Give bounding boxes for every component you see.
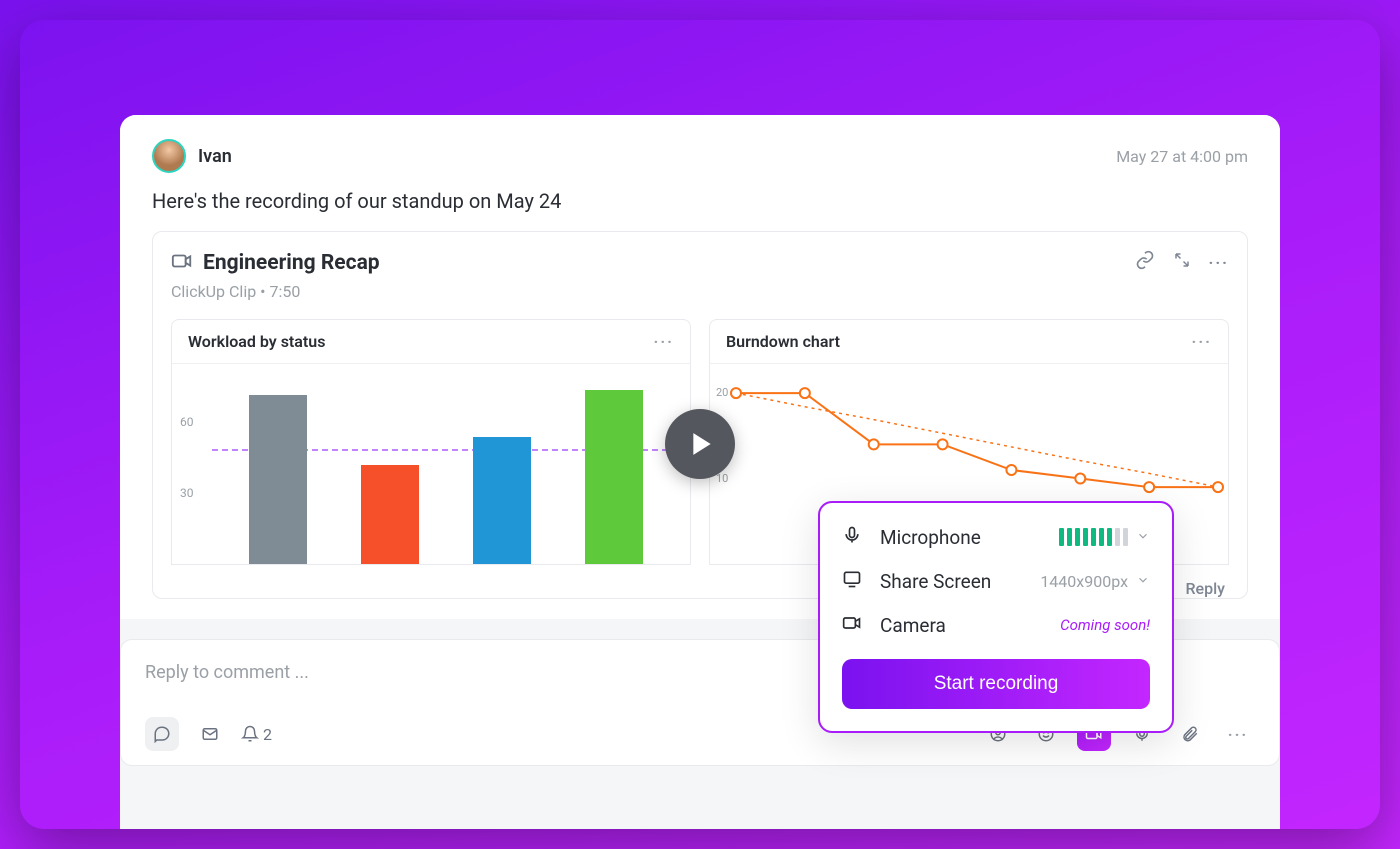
start-recording-button[interactable]: Start recording [842, 659, 1150, 709]
workload-chart-panel: Workload by status ··· 3060 [171, 319, 691, 565]
app-window: Ivan May 27 at 4:00 pm Here's the record… [20, 20, 1380, 829]
popover-mic-row[interactable]: Microphone [842, 525, 1150, 549]
clip-subtitle: ClickUp Clip • 7:50 [171, 282, 380, 301]
chart-more-icon[interactable]: ··· [1192, 332, 1212, 351]
content-canvas: Ivan May 27 at 4:00 pm Here's the record… [120, 115, 1280, 829]
bar-2 [473, 437, 531, 564]
microphone-icon [842, 525, 862, 549]
clip-header: Engineering Recap ClickUp Clip • 7:50 ··… [171, 250, 1229, 301]
screen-label: Share Screen [880, 570, 991, 593]
author-name: Ivan [198, 146, 232, 167]
camera-icon [842, 613, 862, 637]
author-block: Ivan [152, 139, 232, 173]
comment-header: Ivan May 27 at 4:00 pm [152, 139, 1248, 173]
chat-icon[interactable] [145, 717, 179, 751]
bar-1 [361, 465, 419, 564]
clip-title: Engineering Recap [203, 251, 380, 275]
recording-popover: Microphone Share Screen [818, 501, 1174, 733]
screen-icon [842, 569, 862, 593]
bar-0 [249, 395, 307, 564]
bell-count-value: 2 [263, 725, 272, 744]
workload-chart-body: 3060 [172, 364, 690, 564]
link-icon[interactable] [1135, 250, 1155, 274]
mail-icon[interactable] [193, 717, 227, 751]
chart-more-icon[interactable]: ··· [654, 332, 674, 351]
screen-resolution: 1440x900px [1040, 572, 1128, 591]
toolbar-more-icon[interactable]: ··· [1221, 717, 1255, 751]
notification-count[interactable]: 2 [241, 725, 272, 744]
comment-timestamp: May 27 at 4:00 pm [1116, 147, 1248, 166]
chevron-down-icon[interactable] [1136, 528, 1150, 547]
play-button[interactable] [665, 409, 735, 479]
bar-3 [585, 390, 643, 564]
avatar[interactable] [152, 139, 186, 173]
attachment-icon[interactable] [1173, 717, 1207, 751]
video-icon [171, 250, 193, 276]
camera-note: Coming soon! [1060, 616, 1150, 634]
camera-label: Camera [880, 614, 946, 637]
workload-chart-title: Workload by status [188, 332, 325, 351]
expand-icon[interactable] [1173, 251, 1191, 273]
more-icon[interactable]: ··· [1209, 253, 1229, 272]
mic-level-meter [1059, 528, 1128, 546]
popover-screen-row[interactable]: Share Screen 1440x900px [842, 569, 1150, 593]
chevron-down-icon[interactable] [1136, 572, 1150, 591]
burndown-chart-title: Burndown chart [726, 332, 840, 351]
mic-label: Microphone [880, 526, 981, 549]
comment-body: Here's the recording of our standup on M… [152, 189, 1248, 213]
popover-camera-row: Camera Coming soon! [842, 613, 1150, 637]
